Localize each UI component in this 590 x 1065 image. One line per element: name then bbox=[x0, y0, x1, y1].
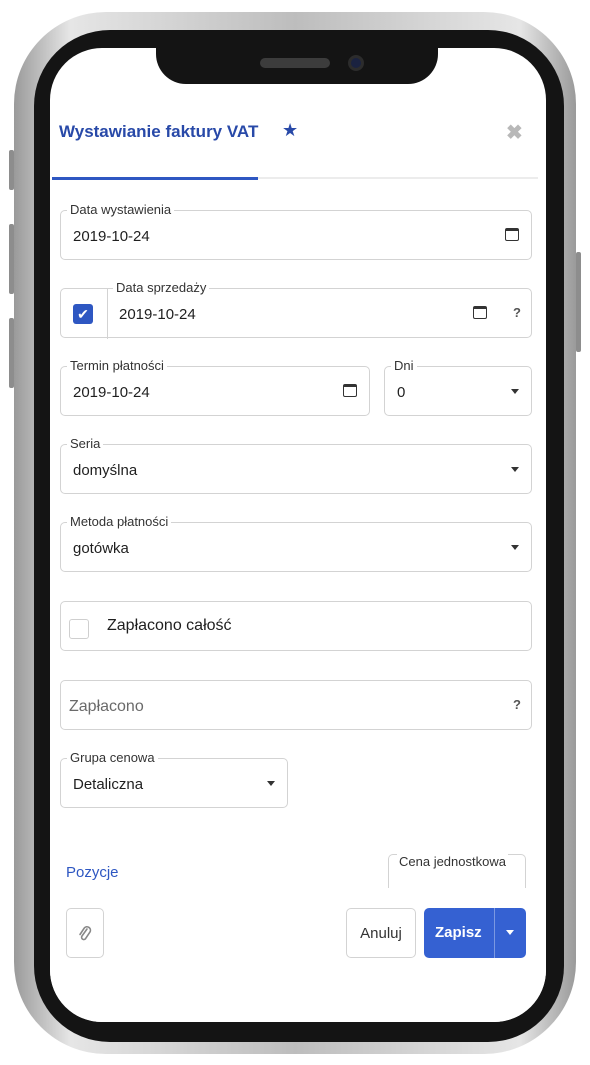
mute-switch bbox=[9, 150, 14, 190]
notch bbox=[156, 48, 438, 84]
unit-price-column: Cena jednostkowa bbox=[388, 854, 526, 890]
price-group-value: Detaliczna bbox=[73, 776, 144, 793]
screen: Wystawianie faktury VAT ★ ✖ Data wystawi… bbox=[50, 48, 546, 1022]
checkbox-divider bbox=[107, 289, 108, 339]
sale-date-value: 2019-10-24 bbox=[119, 306, 196, 323]
days-value: 0 bbox=[397, 384, 406, 401]
price-group-select[interactable]: Grupa cenowa Detaliczna bbox=[60, 750, 288, 808]
tab-active-indicator bbox=[52, 177, 258, 180]
chevron-down-icon bbox=[511, 389, 519, 394]
issue-date-field[interactable]: Data wystawienia 2019-10-24 bbox=[60, 202, 532, 260]
payment-method-label: Metoda płatności bbox=[67, 514, 172, 530]
issue-date-label: Data wystawienia bbox=[67, 202, 175, 218]
paid-in-full-field[interactable]: Zapłacono całość bbox=[60, 601, 532, 651]
close-icon[interactable]: ✖ bbox=[506, 120, 523, 145]
days-select[interactable]: Dni 0 bbox=[384, 358, 532, 416]
payment-method-value: gotówka bbox=[73, 540, 129, 557]
volume-up-button bbox=[9, 224, 14, 294]
chevron-down-icon bbox=[511, 467, 519, 472]
chevron-down-icon bbox=[511, 545, 519, 550]
days-label: Dni bbox=[391, 358, 417, 374]
power-button bbox=[576, 252, 581, 352]
unit-price-header: Cena jednostkowa bbox=[397, 854, 508, 869]
star-icon[interactable]: ★ bbox=[282, 120, 298, 141]
help-icon[interactable]: ? bbox=[513, 697, 521, 712]
issue-date-value: 2019-10-24 bbox=[73, 228, 150, 245]
paid-in-full-label: Zapłacono całość bbox=[107, 617, 232, 634]
series-select[interactable]: Seria domyślna bbox=[60, 436, 532, 494]
save-button-divider bbox=[494, 908, 495, 958]
chevron-down-icon[interactable] bbox=[506, 930, 514, 935]
calendar-icon[interactable] bbox=[505, 228, 519, 241]
series-value: domyślna bbox=[73, 462, 138, 479]
volume-down-button bbox=[9, 318, 14, 388]
positions-link[interactable]: Pozycje bbox=[66, 864, 119, 881]
paid-amount-field[interactable]: Zapłacono ? bbox=[60, 680, 532, 730]
page-title: Wystawianie faktury VAT bbox=[59, 122, 259, 141]
payment-due-label: Termin płatności bbox=[67, 358, 167, 374]
save-button-label: Zapisz bbox=[435, 924, 482, 941]
calendar-icon[interactable] bbox=[343, 384, 357, 397]
calendar-icon[interactable] bbox=[473, 306, 487, 319]
payment-due-field[interactable]: Termin płatności 2019-10-24 bbox=[60, 358, 370, 416]
payment-due-value: 2019-10-24 bbox=[73, 384, 150, 401]
speaker bbox=[260, 58, 330, 68]
camera bbox=[348, 55, 364, 71]
sale-date-field[interactable]: ✔ Data sprzedaży 2019-10-24 ? bbox=[60, 280, 532, 339]
sale-date-checkbox[interactable]: ✔ bbox=[73, 304, 93, 324]
series-label: Seria bbox=[67, 436, 104, 452]
payment-method-select[interactable]: Metoda płatności gotówka bbox=[60, 514, 532, 572]
price-group-label: Grupa cenowa bbox=[67, 750, 158, 766]
sale-date-label: Data sprzedaży bbox=[113, 280, 210, 296]
paid-amount-placeholder: Zapłacono bbox=[69, 698, 144, 715]
attach-button[interactable] bbox=[66, 908, 104, 958]
paperclip-icon bbox=[79, 926, 92, 941]
help-icon[interactable]: ? bbox=[513, 305, 521, 320]
paid-in-full-checkbox[interactable] bbox=[69, 619, 89, 639]
chevron-down-icon bbox=[267, 781, 275, 786]
cancel-button[interactable]: Anuluj bbox=[346, 908, 416, 958]
save-button[interactable]: Zapisz bbox=[424, 908, 526, 958]
